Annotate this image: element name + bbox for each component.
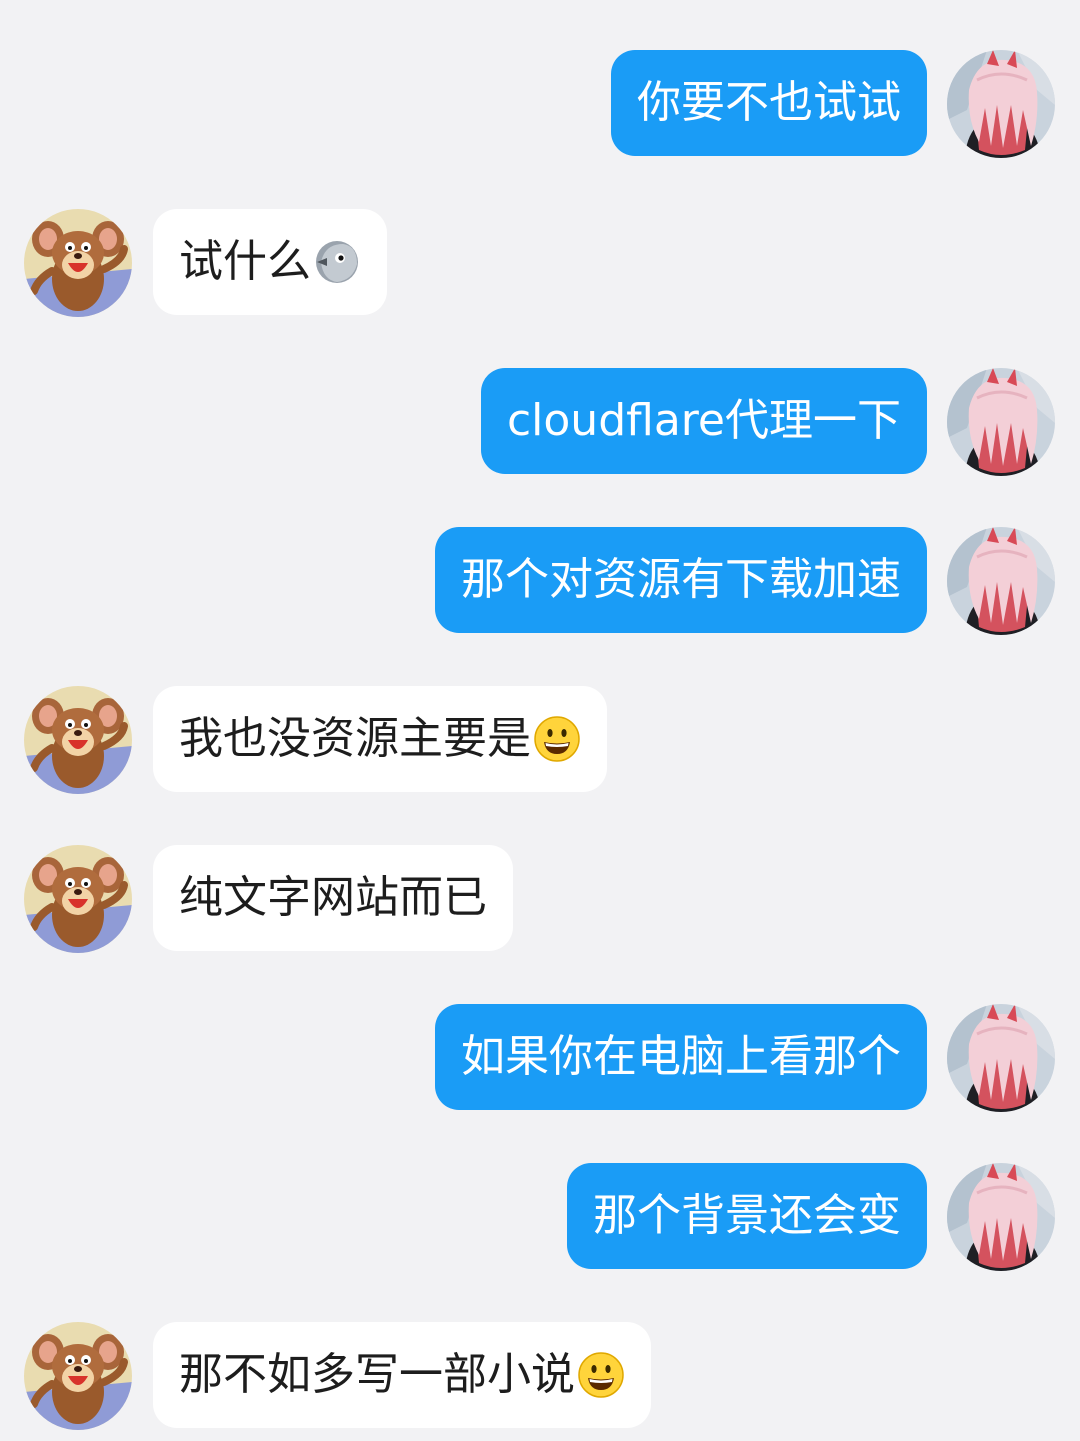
sent-message-bubble[interactable]: 你要不也试试 [611,50,927,156]
sender-avatar[interactable] [947,50,1055,158]
received-message-bubble[interactable]: 试什么 [153,209,387,315]
grinning-face-icon [533,715,581,763]
message-text: 如果你在电脑上看那个 [461,1031,901,1082]
sent-message-bubble[interactable]: 那个背景还会变 [567,1163,927,1269]
sender-avatar[interactable] [947,527,1055,635]
message-row: 那不如多写一部小说 [0,1322,1080,1428]
grinning-face-icon [577,1351,625,1399]
message-row: 试什么 [0,209,1080,315]
contact-avatar[interactable] [24,209,132,317]
contact-avatar[interactable] [24,686,132,794]
sent-message-bubble[interactable]: 如果你在电脑上看那个 [435,1004,927,1110]
message-row: 你要不也试试 [0,50,1080,156]
contact-avatar[interactable] [24,845,132,953]
bird-face-icon [313,238,361,286]
sent-message-bubble[interactable]: cloudflare代理一下 [480,368,927,474]
received-message-bubble[interactable]: 纯文字网站而已 [153,845,513,951]
message-text: 纯文字网站而已 [179,872,487,923]
contact-avatar[interactable] [24,1322,132,1430]
message-text: 你要不也试试 [637,77,901,128]
received-message-bubble[interactable]: 那不如多写一部小说 [153,1322,651,1428]
message-text: cloudflare代理一下 [506,395,901,446]
message-text: 那不如多写一部小说 [179,1349,575,1400]
message-text: 那个背景还会变 [593,1190,901,1241]
message-text: 我也没资源主要是 [179,713,531,764]
message-row: 我也没资源主要是 [0,686,1080,792]
message-row: 那个对资源有下载加速 [0,527,1080,633]
message-text: 那个对资源有下载加速 [461,554,901,605]
message-row: 如果你在电脑上看那个 [0,1004,1080,1110]
sender-avatar[interactable] [947,368,1055,476]
sender-avatar[interactable] [947,1004,1055,1112]
message-row: cloudflare代理一下 [0,368,1080,474]
message-text: 试什么 [179,236,311,287]
received-message-bubble[interactable]: 我也没资源主要是 [153,686,607,792]
sent-message-bubble[interactable]: 那个对资源有下载加速 [435,527,927,633]
message-row: 那个背景还会变 [0,1163,1080,1269]
message-row: 纯文字网站而已 [0,845,1080,951]
sender-avatar[interactable] [947,1163,1055,1271]
